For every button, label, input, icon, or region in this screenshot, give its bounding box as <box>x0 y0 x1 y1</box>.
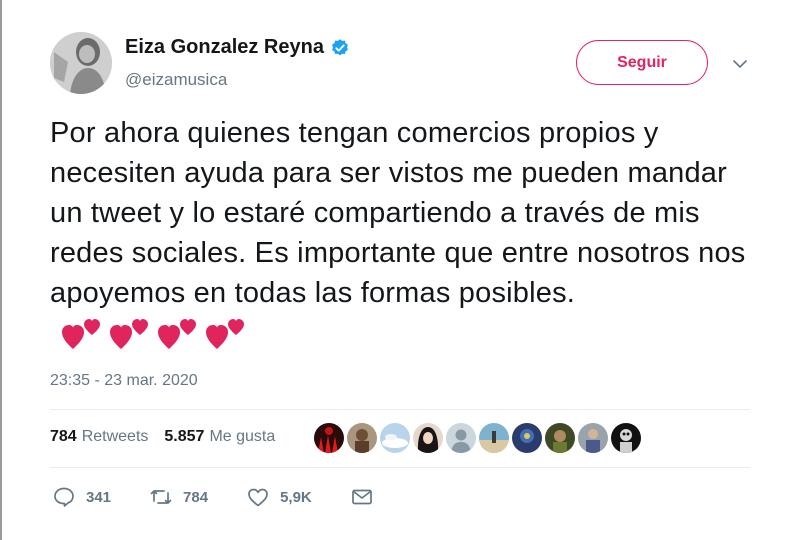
engagement-stats: 784 Retweets 5.857 Me gusta <box>50 428 291 446</box>
avatar[interactable] <box>50 32 112 94</box>
retweet-count: 784 <box>183 488 209 506</box>
retweets-label: Retweets <box>81 428 149 445</box>
reply-icon <box>54 487 74 507</box>
window-edge <box>0 0 2 540</box>
liker-avatar[interactable] <box>479 423 509 453</box>
likes-count: 5.857 <box>164 428 205 445</box>
two-hearts-icon <box>110 319 148 350</box>
like-count: 5,9K <box>280 488 312 506</box>
liker-avatar[interactable] <box>380 423 410 453</box>
name-row: Eiza Gonzalez Reyna <box>125 36 350 59</box>
chevron-down-icon[interactable] <box>732 56 748 72</box>
retweets-count: 784 <box>50 428 77 445</box>
avatar-photo-icon <box>50 32 112 94</box>
liker-avatar[interactable] <box>446 423 476 453</box>
tweet-actions: 341 784 5,9K <box>52 485 422 509</box>
two-hearts-icon <box>62 319 100 350</box>
retweet-icon <box>150 490 172 504</box>
reply-count: 341 <box>86 488 112 506</box>
divider-top <box>50 409 750 410</box>
two-hearts-emoji-group <box>62 317 246 351</box>
liker-avatar[interactable] <box>512 423 542 453</box>
retweets-stat[interactable]: 784 Retweets <box>50 428 148 446</box>
liker-avatar[interactable] <box>413 423 443 453</box>
liker-avatar[interactable] <box>611 423 641 453</box>
two-hearts-icon <box>158 319 196 350</box>
display-name[interactable]: Eiza Gonzalez Reyna <box>125 36 324 59</box>
like-button[interactable]: 5,9K <box>246 485 312 509</box>
likes-label: Me gusta <box>209 428 276 445</box>
likes-stat[interactable]: 5.857 Me gusta <box>164 428 275 446</box>
reply-button[interactable]: 341 <box>52 485 111 509</box>
heart-icon <box>248 488 268 507</box>
tweet-timestamp[interactable]: 23:35 - 23 mar. 2020 <box>50 372 198 390</box>
tweet-text: Por ahora quienes tengan comercios propi… <box>50 113 750 353</box>
liker-avatar[interactable] <box>314 423 344 453</box>
liker-avatar[interactable] <box>578 423 608 453</box>
two-hearts-icon <box>206 319 244 350</box>
follow-button[interactable]: Seguir <box>576 40 708 85</box>
liker-avatars <box>314 423 641 453</box>
divider-bottom <box>50 467 750 468</box>
liker-avatar[interactable] <box>347 423 377 453</box>
retweet-button[interactable]: 784 <box>149 485 208 509</box>
tweet-header: Eiza Gonzalez Reyna @eizamusica Seguir <box>50 32 760 98</box>
direct-message-button[interactable] <box>350 485 384 509</box>
verified-badge-icon <box>330 38 350 58</box>
envelope-icon <box>351 489 372 505</box>
user-handle[interactable]: @eizamusica <box>125 70 227 90</box>
tweet-body: Por ahora quienes tengan comercios propi… <box>50 117 746 309</box>
liker-avatar[interactable] <box>545 423 575 453</box>
